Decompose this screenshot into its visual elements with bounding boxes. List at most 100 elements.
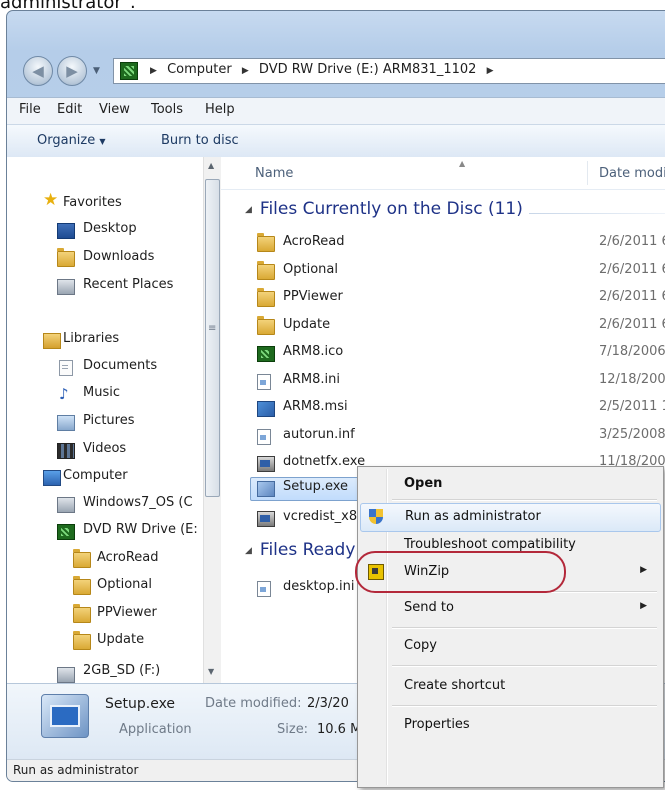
crumb-separator-icon: ▶: [486, 66, 494, 76]
nav-desktop[interactable]: Desktop: [83, 221, 137, 236]
forward-button[interactable]: ▶: [57, 56, 87, 86]
recent-places-icon: [57, 279, 75, 295]
menu-item-properties[interactable]: Properties: [360, 712, 659, 739]
nav-optional[interactable]: Optional: [97, 577, 152, 592]
address-bar[interactable]: ▶ Computer ▶ DVD RW Drive (E:) ARM831_11…: [113, 58, 665, 84]
navigation-scroll-thumb[interactable]: [205, 179, 220, 497]
dvd-drive-icon: [57, 524, 75, 540]
downloads-folder-icon: [57, 248, 75, 267]
menu-separator: [392, 665, 657, 667]
exe-file-icon: [257, 511, 275, 527]
file-row-update[interactable]: Update 2/6/2011 6:: [221, 315, 665, 337]
group-files-on-disc[interactable]: ◢ Files Currently on the Disc (11): [245, 199, 523, 219]
file-row-arm8-msi[interactable]: ARM8.msi 2/5/2011 1:: [221, 397, 665, 419]
command-bar: Organize ▼ Burn to disc: [7, 124, 665, 158]
file-row-arm8-ico[interactable]: ARM8.ico 7/18/2006 1: [221, 342, 665, 364]
file-name: autorun.inf: [283, 427, 355, 442]
menu-item-copy[interactable]: Copy: [360, 633, 659, 660]
menu-item-label: Troubleshoot compatibility: [404, 537, 576, 552]
menu-item-label: Properties: [404, 717, 470, 732]
menu-item-label: Copy: [404, 638, 437, 653]
setup-icon: [257, 481, 275, 497]
menu-item-label: Open: [404, 476, 443, 491]
nav-ppviewer[interactable]: PPViewer: [97, 605, 157, 620]
group-files-ready[interactable]: ◢ Files Ready t: [245, 540, 367, 560]
recent-pages-dropdown[interactable]: ▼: [93, 66, 100, 76]
details-modified-value: 2/3/20: [307, 696, 349, 711]
videos-icon: [57, 443, 75, 459]
back-button[interactable]: ◀: [23, 56, 53, 86]
arm-icon: [257, 346, 275, 362]
file-date: 2/6/2011 6:: [599, 234, 665, 249]
menu-item-open[interactable]: Open: [360, 471, 659, 498]
setup-application-icon: [41, 694, 89, 738]
column-date-modified[interactable]: Date modif: [599, 166, 665, 181]
file-row-arm8-ini[interactable]: ARM8.ini 12/18/2007: [221, 370, 665, 392]
menu-separator: [392, 499, 657, 501]
file-date: 7/18/2006 1: [599, 344, 665, 359]
menu-help[interactable]: Help: [205, 102, 235, 117]
crumb-computer[interactable]: Computer: [167, 62, 232, 77]
menu-item-send-to[interactable]: Send to ▶: [360, 595, 659, 622]
collapse-triangle-icon[interactable]: ◢: [245, 205, 252, 215]
nav-favorites[interactable]: Favorites: [63, 195, 122, 210]
menu-item-create-shortcut[interactable]: Create shortcut: [360, 673, 659, 700]
file-row-acroread[interactable]: AcroRead 2/6/2011 6:: [221, 232, 665, 254]
scroll-up-icon[interactable]: ▲: [208, 161, 214, 170]
scroll-down-icon[interactable]: ▼: [208, 667, 214, 676]
installer-package-icon: [257, 401, 275, 417]
column-divider[interactable]: [587, 161, 588, 185]
organize-label: Organize: [37, 133, 96, 148]
nav-dvd-drive[interactable]: DVD RW Drive (E:: [83, 522, 198, 537]
column-headers: Name ▲ Date modif: [221, 157, 665, 190]
details-filename: Setup.exe: [105, 696, 176, 712]
acroread-folder-icon: [73, 549, 91, 568]
dvd-drive-icon: [120, 62, 138, 80]
nav-acroread[interactable]: AcroRead: [97, 550, 159, 565]
file-name: Setup.exe: [283, 479, 349, 494]
documents-icon: [59, 360, 73, 376]
file-name: vcredist_x86: [283, 509, 366, 524]
nav-computer[interactable]: Computer: [63, 468, 128, 483]
menu-separator: [392, 705, 657, 707]
column-name[interactable]: Name: [255, 166, 293, 181]
collapse-triangle-icon[interactable]: ◢: [245, 546, 252, 556]
file-name: Update: [283, 317, 331, 332]
details-size-label: Size:: [277, 722, 309, 737]
nav-pictures[interactable]: Pictures: [83, 413, 134, 428]
highlight-ring: [355, 551, 566, 593]
update-folder-icon: [73, 631, 91, 650]
file-name: ARM8.ico: [283, 344, 344, 359]
nav-windows7-os[interactable]: Windows7_OS (C: [83, 495, 193, 510]
file-name: Optional: [283, 262, 338, 277]
crumb-dvd-drive[interactable]: DVD RW Drive (E:) ARM831_1102: [259, 62, 477, 77]
organize-button[interactable]: Organize ▼: [37, 133, 106, 148]
nav-sd-drive[interactable]: 2GB_SD (F:): [83, 663, 160, 677]
menu-file[interactable]: File: [19, 102, 41, 117]
file-name: ARM8.msi: [283, 399, 348, 414]
nav-music[interactable]: Music: [83, 385, 120, 400]
menu-tools[interactable]: Tools: [151, 102, 183, 117]
file-date: 2/6/2011 6:: [599, 317, 665, 332]
nav-downloads[interactable]: Downloads: [83, 249, 154, 264]
file-row-optional[interactable]: Optional 2/6/2011 6:: [221, 260, 665, 282]
file-row-ppviewer[interactable]: PPViewer 2/6/2011 6:: [221, 287, 665, 309]
menu-edit[interactable]: Edit: [57, 102, 82, 117]
nav-videos[interactable]: Videos: [83, 441, 126, 456]
file-row-autorun-inf[interactable]: autorun.inf 3/25/2008 8: [221, 425, 665, 447]
file-date: 2/5/2011 1:: [599, 399, 665, 414]
crumb-separator-icon: ▶: [150, 66, 157, 76]
nav-documents[interactable]: Documents: [83, 358, 157, 373]
nav-recent-places[interactable]: Recent Places: [83, 277, 173, 292]
burn-to-disc-button[interactable]: Burn to disc: [161, 133, 239, 148]
inf-file-icon: [257, 429, 271, 445]
nav-update[interactable]: Update: [97, 632, 144, 647]
nav-libraries[interactable]: Libraries: [63, 331, 119, 346]
context-menu: Open Run as administrator Troubleshoot c…: [357, 466, 664, 788]
navigation-pane: ★ Favorites Desktop Downloads Recent Pla…: [7, 157, 221, 683]
menu-view[interactable]: View: [99, 102, 130, 117]
ppviewer-folder-icon: [73, 604, 91, 623]
menu-item-run-as-administrator[interactable]: Run as administrator: [360, 503, 661, 532]
file-date: 12/18/2007: [599, 372, 665, 387]
group-files-ready-label: Files Ready t: [259, 540, 368, 560]
